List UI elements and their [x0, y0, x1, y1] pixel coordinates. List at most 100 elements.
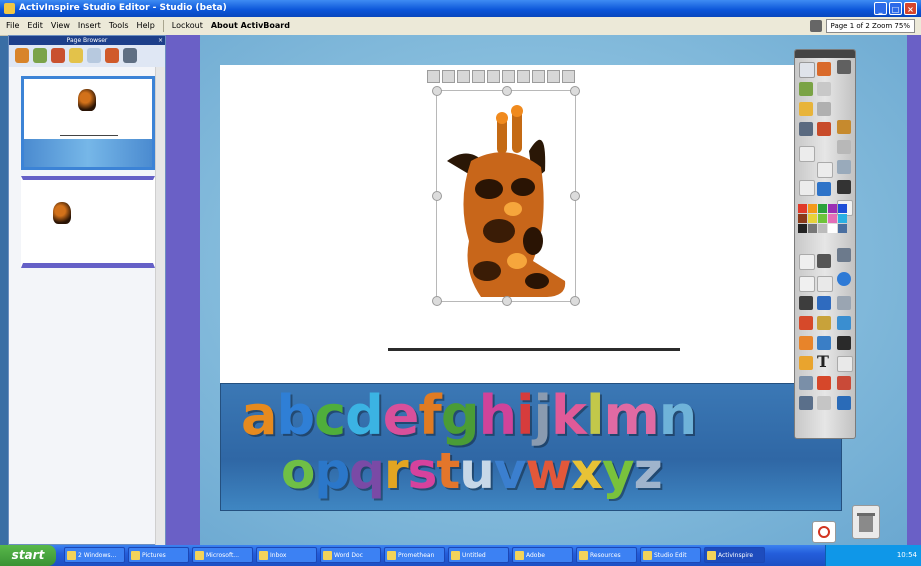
properties-icon[interactable] — [87, 48, 101, 63]
task-button[interactable]: Microsoft... — [192, 547, 253, 563]
letter-u[interactable]: u — [459, 442, 495, 500]
resize-handle[interactable] — [432, 296, 442, 306]
letter-i[interactable]: i — [516, 384, 534, 447]
letter-l[interactable]: l — [586, 384, 604, 447]
color-swatch[interactable] — [838, 224, 847, 233]
shape-icon[interactable] — [799, 316, 813, 330]
clock[interactable]: 10:54 — [897, 551, 917, 559]
image-icon[interactable] — [837, 316, 851, 330]
bring-forward-icon[interactable] — [502, 70, 515, 83]
clipboard-icon[interactable] — [837, 356, 853, 372]
page-indicator[interactable]: Page 1 of 2 Zoom 75% — [825, 19, 915, 33]
menu-tools[interactable]: Tools — [109, 17, 129, 35]
letter-s[interactable]: s — [408, 442, 438, 500]
actions-icon[interactable] — [105, 48, 119, 63]
maximize-button[interactable]: □ — [889, 2, 902, 15]
magic-ink-icon[interactable] — [837, 296, 851, 310]
actions-tool-icon[interactable] — [799, 122, 813, 136]
letter-k[interactable]: k — [551, 384, 587, 447]
letter-e[interactable]: e — [383, 384, 420, 447]
record-icon[interactable] — [817, 376, 831, 390]
letter-q[interactable]: q — [349, 442, 385, 500]
pen-icon[interactable] — [15, 48, 29, 63]
menu-view[interactable]: View — [51, 17, 70, 35]
desktop-icon[interactable] — [837, 396, 851, 410]
letter-p[interactable]: p — [314, 442, 350, 500]
select-arrow-icon[interactable] — [799, 276, 815, 292]
letter-x[interactable]: x — [571, 442, 603, 500]
letter-t[interactable]: t — [436, 442, 460, 500]
rotate-icon[interactable] — [457, 70, 470, 83]
start-button[interactable]: start — [0, 545, 56, 566]
previous-page-icon[interactable] — [799, 146, 815, 162]
highlighter-icon[interactable] — [817, 182, 831, 196]
object-menu-icon[interactable] — [427, 70, 440, 83]
task-button[interactable]: Studio Edit — [640, 547, 701, 563]
folder-tool-icon[interactable] — [799, 102, 813, 116]
color-swatch[interactable] — [818, 204, 827, 213]
move-icon[interactable] — [442, 70, 455, 83]
letter-f[interactable]: f — [418, 384, 441, 447]
task-button[interactable]: Inbox — [256, 547, 317, 563]
pen-icon[interactable] — [799, 296, 813, 310]
text-tool-icon[interactable]: T — [817, 352, 829, 371]
task-button[interactable]: Promethean — [384, 547, 445, 563]
task-button[interactable]: Resources — [576, 547, 637, 563]
task-button[interactable]: Pictures — [128, 547, 189, 563]
letter-w[interactable]: w — [526, 442, 572, 500]
resize-handle[interactable] — [570, 191, 580, 201]
pen-tool-icon[interactable] — [837, 60, 851, 74]
resize-handle[interactable] — [432, 191, 442, 201]
property-icon[interactable] — [817, 102, 831, 116]
trash-bin-button[interactable] — [852, 505, 880, 539]
letter-h[interactable]: h — [479, 384, 517, 447]
page-thumbnail-2[interactable] — [21, 176, 155, 268]
notes-browser-icon[interactable] — [817, 82, 831, 96]
help-icon[interactable] — [837, 272, 851, 286]
letter-y[interactable]: y — [602, 442, 635, 500]
letter-r[interactable]: r — [384, 442, 409, 500]
next-page-icon[interactable] — [817, 162, 833, 178]
letter-g[interactable]: g — [441, 384, 480, 447]
duplicate-icon[interactable] — [532, 70, 545, 83]
letter-c[interactable]: c — [314, 384, 346, 447]
color-swatch[interactable] — [798, 204, 807, 213]
minimize-button[interactable]: _ — [874, 2, 887, 15]
pencil-icon[interactable] — [837, 120, 851, 134]
page-browser-scrollbar[interactable] — [155, 67, 165, 545]
resize-handle[interactable] — [570, 86, 580, 96]
close-icon[interactable]: × — [158, 36, 163, 45]
task-button[interactable]: Word Doc — [320, 547, 381, 563]
letter-a[interactable]: a — [241, 384, 277, 447]
menu-help[interactable]: Help — [137, 17, 155, 35]
letter-z[interactable]: z — [634, 442, 663, 500]
letter-j[interactable]: j — [534, 384, 552, 447]
letter-d[interactable]: d — [345, 384, 384, 447]
flipchart-page[interactable] — [220, 65, 826, 383]
line-icon[interactable] — [817, 336, 831, 350]
letter-m[interactable]: m — [603, 384, 659, 447]
settings-icon[interactable] — [123, 48, 137, 63]
translucency-icon[interactable] — [487, 70, 500, 83]
send-back-icon[interactable] — [517, 70, 530, 83]
folder-icon[interactable] — [69, 48, 83, 63]
color-swatch[interactable] — [838, 204, 847, 213]
page-browser-icon[interactable] — [799, 62, 815, 78]
color-swatch[interactable] — [808, 204, 817, 213]
objects-icon[interactable] — [799, 82, 813, 96]
connections-icon[interactable] — [817, 122, 831, 136]
menu-about[interactable]: About ActivBoard — [211, 17, 290, 35]
screen-shade-icon[interactable] — [837, 336, 851, 350]
alphabet-banner[interactable]: abcdefghijklmn opqrstuvwxyz — [220, 383, 842, 511]
letter-o[interactable]: o — [281, 442, 315, 500]
resize-handle[interactable] — [432, 86, 442, 96]
undo-button[interactable] — [812, 521, 836, 543]
reveal-icon[interactable] — [837, 248, 851, 262]
task-button[interactable]: 2 Windows... — [64, 547, 125, 563]
redo-tool-icon[interactable] — [817, 396, 831, 410]
delete-tool-icon[interactable] — [837, 376, 851, 390]
color-swatch[interactable] — [828, 204, 837, 213]
color-swatch[interactable] — [808, 224, 817, 233]
eraser-icon[interactable] — [799, 180, 815, 196]
page-thumbnail-1[interactable] — [21, 76, 155, 170]
